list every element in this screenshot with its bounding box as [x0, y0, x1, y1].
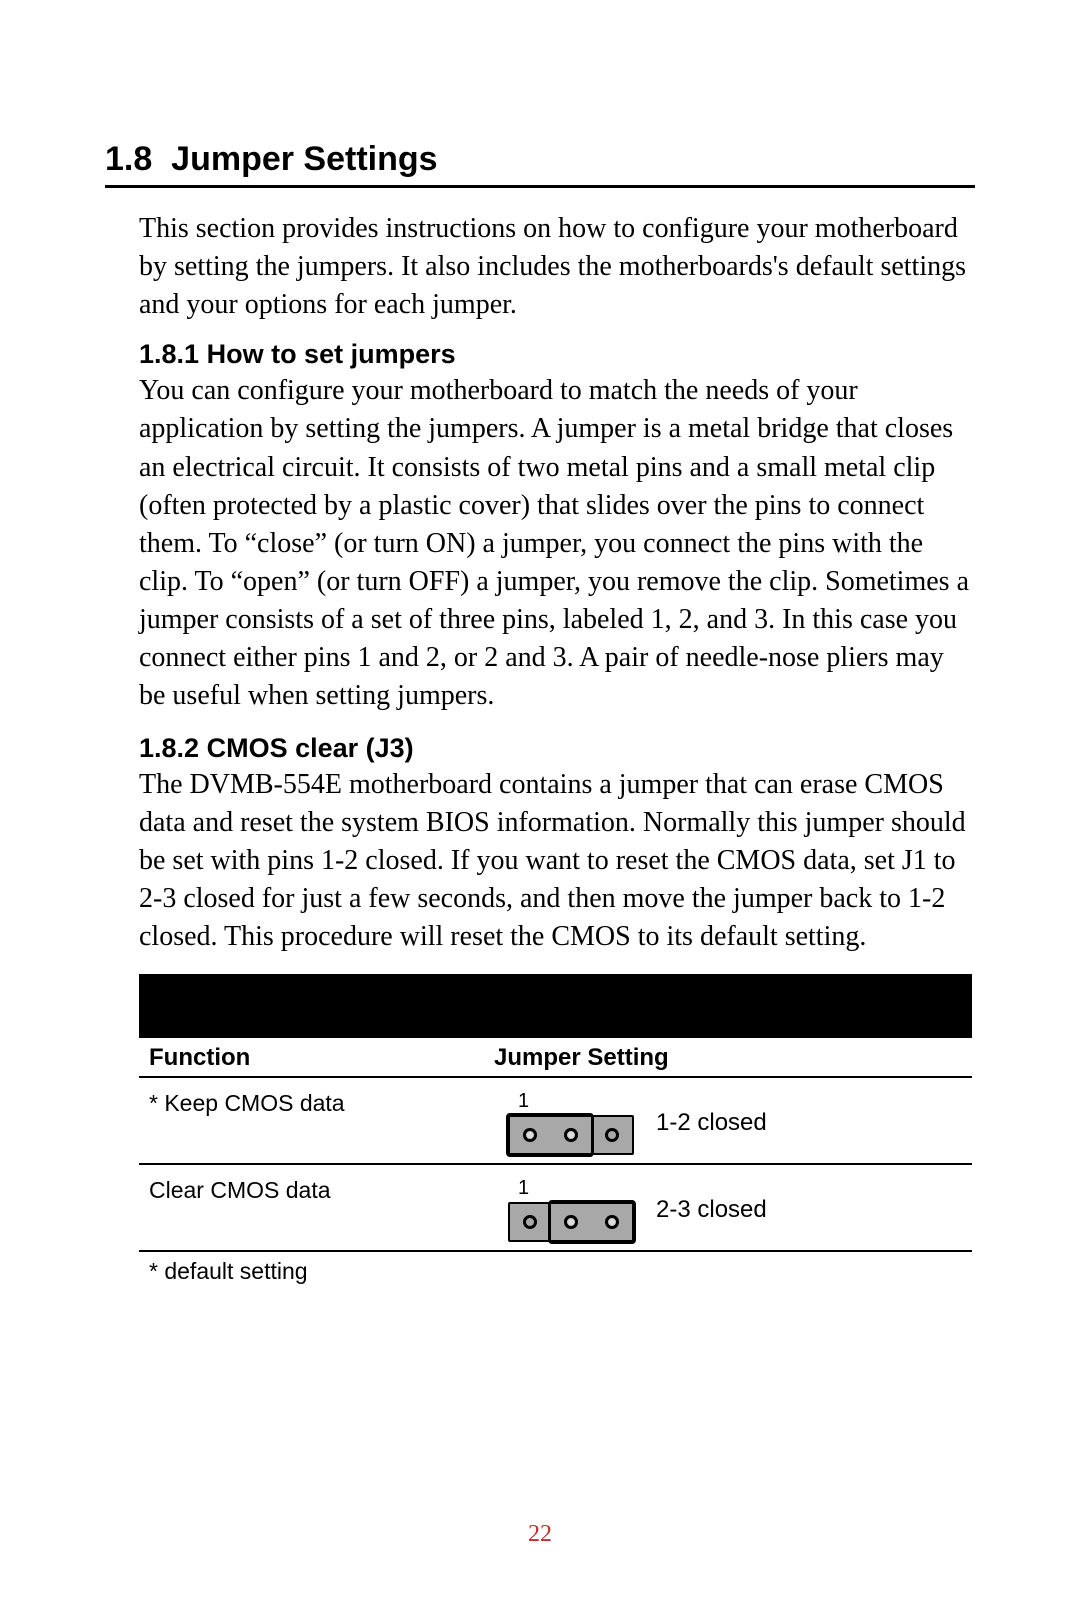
section-heading: 1.8 Jumper Settings [105, 140, 975, 188]
section-number: 1.8 [105, 140, 152, 178]
setting-text: 1-2 closed [656, 1109, 767, 1137]
setting-text: 2-3 closed [656, 1196, 767, 1224]
pin1-label: 1 [504, 1090, 638, 1113]
jumper-diagram-12closed-icon: 1 [504, 1090, 638, 1155]
jumper-cap-icon [548, 1200, 636, 1244]
subsection-2-number: 1.8.2 [139, 733, 199, 763]
table-footnote: * default setting [139, 1252, 972, 1285]
section-intro: This section provides instructions on ho… [139, 210, 975, 323]
table-row: Clear CMOS data 1 2-3 closed [139, 1165, 972, 1252]
subsection-2-heading: 1.8.2 CMOS clear (J3) [139, 733, 975, 764]
setting-cell: 1 2-3 closed [504, 1173, 972, 1248]
section-title: Jumper Settings [171, 140, 437, 178]
jumper-diagram-23closed-icon: 1 [504, 1177, 638, 1242]
subsection-1-body: You can configure your motherboard to ma… [139, 372, 975, 715]
header-function: Function [149, 1044, 494, 1072]
jumper-base [508, 1202, 634, 1242]
header-setting: Jumper Setting [494, 1044, 972, 1072]
subsection-2-body: The DVMB-554E motherboard contains a jum… [139, 766, 975, 956]
table-row: * Keep CMOS data 1 1-2 closed [139, 1078, 972, 1165]
subsection-1-number: 1.8.1 [139, 339, 199, 369]
function-cell: * Keep CMOS data [139, 1086, 504, 1161]
setting-cell: 1 1-2 closed [504, 1086, 972, 1161]
jumper-base [508, 1115, 634, 1155]
pin-1-icon [523, 1215, 537, 1229]
page-number: 22 [0, 1521, 1080, 1548]
pin1-label: 1 [504, 1177, 638, 1200]
subsection-1-heading: 1.8.1 How to set jumpers [139, 339, 975, 370]
table-title-bar [139, 974, 972, 1038]
jumper-cap-icon [506, 1113, 594, 1157]
subsection-2-title: CMOS clear (J3) [207, 733, 414, 763]
subsection-1-title: How to set jumpers [207, 339, 456, 369]
function-cell: Clear CMOS data [139, 1173, 504, 1248]
document-page: 1.8 Jumper Settings This section provide… [0, 0, 1080, 1618]
cmos-clear-table: Function Jumper Setting * Keep CMOS data… [139, 974, 972, 1285]
table-header-row: Function Jumper Setting [139, 1038, 972, 1078]
pin-3-icon [605, 1128, 619, 1142]
